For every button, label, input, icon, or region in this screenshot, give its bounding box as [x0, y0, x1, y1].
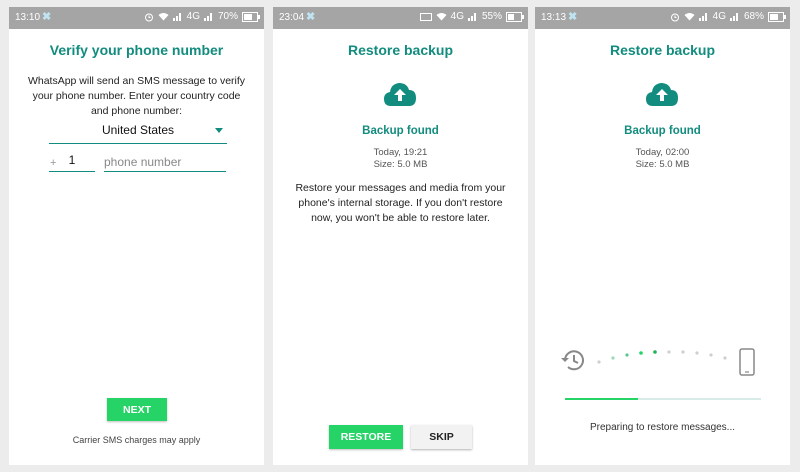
battery-icon	[506, 11, 524, 22]
signal-icon	[203, 13, 212, 21]
page-title: Verify your phone number	[49, 42, 224, 58]
battery-percent: 70%	[217, 11, 238, 22]
backup-size: Size: 5.0 MB	[635, 159, 690, 170]
network-type: 4G	[712, 11, 726, 22]
dropdown-caret-icon	[215, 128, 223, 133]
status-time: 13:10	[15, 12, 41, 23]
wifi-icon	[158, 13, 169, 21]
signal-icon	[467, 13, 476, 21]
backup-found-label: Backup found	[624, 125, 701, 137]
backup-size: Size: 5.0 MB	[373, 159, 428, 170]
signal-icon	[172, 13, 181, 21]
history-icon	[561, 350, 584, 371]
alarm-icon	[670, 13, 679, 21]
page-title: Restore backup	[609, 42, 716, 58]
status-bar: 13:13 ✖ 4G 68%	[535, 7, 790, 29]
backup-found-label: Backup found	[362, 125, 439, 137]
network-type: 4G	[186, 11, 200, 22]
battery-percent: 55%	[481, 11, 502, 22]
country-select[interactable]: United States	[49, 123, 227, 144]
signal-icon	[729, 13, 738, 21]
restore-description: Restore your messages and media from you…	[295, 182, 506, 224]
next-button[interactable]: NEXT	[107, 398, 167, 421]
transfer-dots	[597, 350, 727, 364]
status-time: 23:04	[279, 12, 305, 23]
cloud-upload-icon	[384, 83, 416, 106]
network-type: 4G	[450, 11, 464, 22]
battery-percent: 68%	[743, 11, 764, 22]
restore-status-text: Preparing to restore messages...	[589, 422, 736, 433]
page-title: Restore backup	[347, 42, 454, 58]
cloud-upload-icon	[646, 83, 678, 106]
backup-date: Today, 19:21	[373, 147, 428, 158]
carrier-note: Carrier SMS charges may apply	[72, 435, 201, 445]
verify-description: WhatsApp will send an SMS message to ver…	[27, 75, 246, 117]
restore-progress-fill	[565, 398, 638, 400]
backup-date: Today, 02:00	[635, 147, 690, 158]
verify-phone-screen: 13:10 ✖ 4G 70% Verify your phone number …	[9, 7, 264, 465]
alarm-icon	[144, 13, 153, 21]
status-time: 13:13	[541, 12, 567, 23]
battery-icon	[768, 11, 786, 22]
skip-button[interactable]: SKIP	[411, 425, 472, 449]
notification-icon: ✖	[306, 11, 316, 23]
phone-device-icon	[739, 348, 755, 376]
status-bar: 13:10 ✖ 4G 70%	[9, 7, 264, 29]
status-bar: 23:04 ✖ 4G 55%	[273, 7, 528, 29]
restore-button[interactable]: RESTORE	[329, 425, 403, 449]
volte-icon	[419, 12, 432, 21]
country-value: United States	[101, 123, 175, 137]
restore-backup-screen: 23:04 ✖ 4G 55% Restore backup Backup fou…	[273, 7, 528, 465]
country-code-value: 1	[68, 153, 76, 167]
country-code-field[interactable]: 1	[49, 153, 95, 172]
notification-icon: ✖	[568, 11, 578, 23]
restoring-screen: 13:13 ✖ 4G 68% Restore backup Backup fou…	[535, 7, 790, 465]
signal-icon	[698, 13, 707, 21]
phone-number-input[interactable]	[104, 153, 226, 172]
wifi-icon	[684, 13, 695, 21]
restore-progress-bar	[565, 398, 761, 400]
notification-icon: ✖	[42, 11, 52, 23]
battery-icon	[242, 11, 260, 22]
wifi-icon	[436, 13, 447, 21]
